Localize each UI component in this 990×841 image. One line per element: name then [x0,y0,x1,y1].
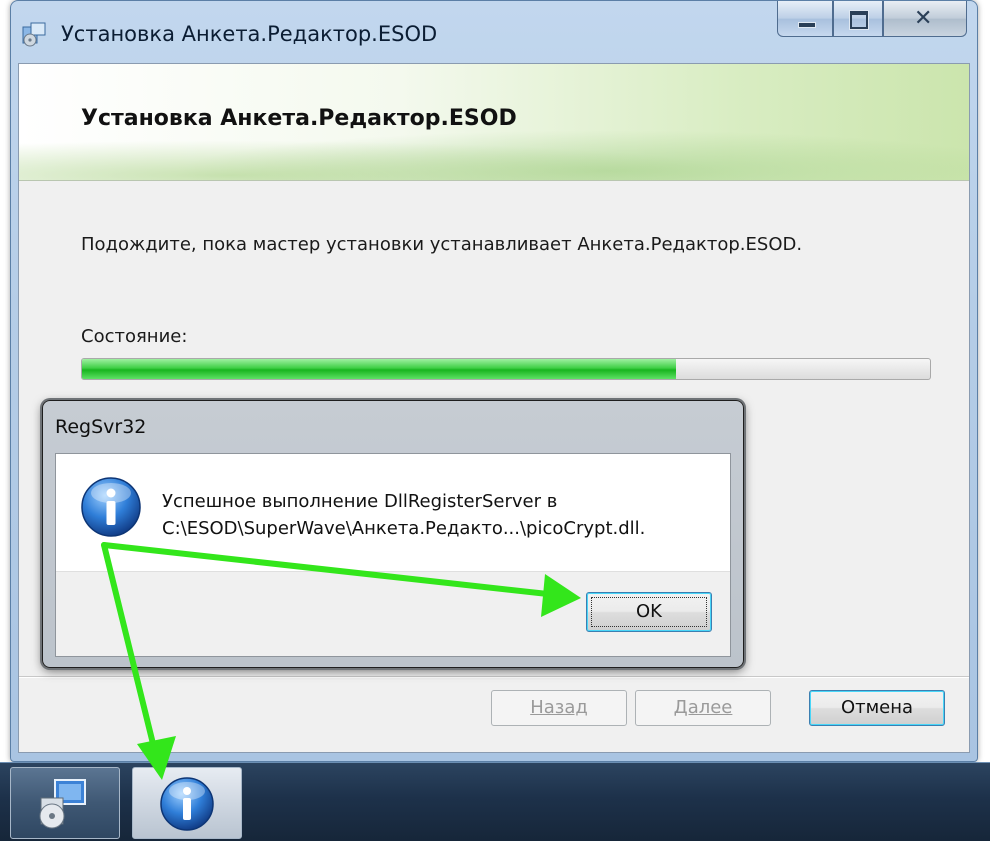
taskbar-installer-button[interactable] [10,767,120,839]
title-bar[interactable]: Установка Анкета.Редактор.ESOD ✕ [11,1,977,61]
window-title: Установка Анкета.Редактор.ESOD [61,22,438,46]
close-button[interactable]: ✕ [883,1,967,37]
banner-title: Установка Анкета.Редактор.ESOD [81,106,517,131]
taskbar [0,762,990,841]
dialog-client: Успешное выполнение DllRegisterServer в … [55,453,731,657]
wizard-message: Подождите, пока мастер установки устанав… [81,234,803,255]
back-button[interactable]: Назад [491,690,627,726]
maximize-icon [850,11,868,29]
cancel-button[interactable]: Отмена [809,690,945,726]
minimize-button[interactable] [777,1,833,37]
wizard-banner: Установка Анкета.Редактор.ESOD [19,64,969,181]
info-icon [81,477,141,537]
dialog-title: RegSvr32 [55,416,147,438]
close-icon: ✕ [914,6,933,31]
button-separator [19,676,969,678]
focus-rectangle [591,597,707,627]
progress-fill [82,359,676,379]
dialog-line-1: Успешное выполнение DllRegisterServer в [162,491,558,512]
status-label: Состояние: [81,326,188,347]
install-progress-bar [81,358,931,380]
maximize-button[interactable] [833,1,883,37]
next-button[interactable]: Далее [635,690,771,726]
info-icon [160,777,214,831]
minimize-icon [798,22,816,28]
dialog-message: Успешное выполнение DllRegisterServer в … [162,488,645,542]
ok-button[interactable]: OK [586,592,712,632]
installer-icon [39,779,86,829]
installer-icon [22,22,46,47]
taskbar-info-button[interactable] [132,767,242,839]
regsvr32-dialog: RegSvr32 Успешное выполнение DllRegister… [42,400,744,668]
dialog-line-2: C:\ESOD\SuperWave\Анкета.Редакто...\pico… [162,518,646,539]
